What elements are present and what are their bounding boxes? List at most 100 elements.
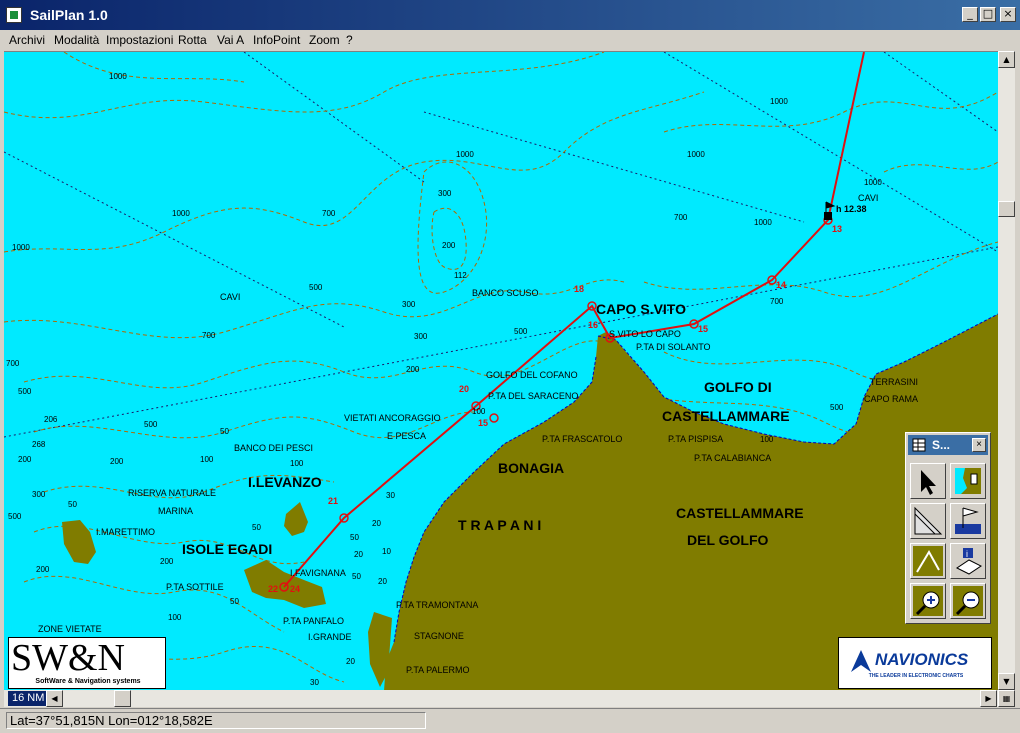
info-book-icon: i — [956, 548, 982, 575]
place-label: P.TA DEL SARACENO — [488, 391, 578, 401]
eta-label: h 12.38 — [836, 204, 867, 214]
depth-label: 50 — [350, 533, 359, 542]
place-label: P.TA CALABIANCA — [694, 453, 771, 463]
depth-label: 200 — [442, 241, 456, 250]
horizontal-scrollbar[interactable]: 16 NM ◀ ▶ ▦ — [4, 690, 1015, 707]
waypoint-15b-marker[interactable] — [489, 413, 499, 423]
depth-label: 1000 — [864, 178, 882, 187]
zoom-out-tool[interactable] — [950, 583, 986, 619]
waypoint-label: 15 — [698, 324, 708, 334]
menu-vai-a[interactable]: Vai A — [217, 33, 244, 47]
depth-label: 200 — [36, 565, 50, 574]
region-label: CASTELLAMMARE — [676, 505, 804, 521]
app-icon[interactable] — [6, 7, 22, 23]
flag-tool[interactable] — [950, 503, 986, 539]
depth-label: 206 — [44, 415, 58, 424]
depth-label: 1000 — [770, 97, 788, 106]
waypoint-label: 21 — [328, 496, 338, 506]
palette-grid-icon — [912, 438, 926, 452]
measure-tool[interactable] — [910, 503, 946, 539]
measure-icon — [914, 506, 943, 535]
waypoint-label: 16 — [588, 320, 598, 330]
chart-map[interactable]: 13 14 15 16 18 20 15 21 24 22 h 12.38 CA… — [4, 51, 998, 691]
menu-rotta[interactable]: Rotta — [178, 33, 207, 47]
depth-label: 30 — [310, 678, 319, 687]
tool-palette: S... × i — [905, 432, 991, 624]
navionics-logo-text: NAVIONICS — [875, 650, 969, 669]
menu-modalita[interactable]: Modalità — [54, 33, 99, 47]
place-label: CAPO RAMA — [864, 394, 918, 404]
depth-label: 20 — [354, 550, 363, 559]
depth-label: 100 — [168, 613, 182, 622]
map-canvas[interactable]: 13 14 15 16 18 20 15 21 24 22 h 12.38 CA… — [4, 52, 998, 691]
region-label: BONAGIA — [498, 460, 564, 476]
scroll-down-button[interactable]: ▼ — [998, 673, 1015, 690]
depth-label: 1000 — [172, 209, 190, 218]
place-label: P.TA TRAMONTANA — [396, 600, 478, 610]
depth-label: 1000 — [456, 150, 474, 159]
place-label: E PESCA — [387, 431, 426, 441]
horizontal-scroll-thumb[interactable] — [114, 690, 131, 707]
route-icon — [913, 546, 943, 576]
menu-help[interactable]: ? — [346, 33, 353, 47]
depth-label: 50 — [68, 500, 77, 509]
vertical-scrollbar[interactable]: ▲ ▼ — [998, 51, 1015, 690]
depth-label: 20 — [372, 519, 381, 528]
depth-label: 1000 — [12, 243, 30, 252]
pointer-tool[interactable] — [910, 463, 946, 499]
waypoint-label: 22 — [268, 584, 278, 594]
swn-logo-text: SW&N — [11, 637, 125, 679]
depth-label: 500 — [18, 387, 32, 396]
region-label: T R A P A N I — [458, 517, 541, 533]
depth-label: 500 — [144, 420, 158, 429]
place-label: CAVI — [220, 292, 240, 302]
scroll-left-button[interactable]: ◀ — [46, 690, 63, 707]
scroll-up-button[interactable]: ▲ — [998, 51, 1015, 68]
place-label: ZONE VIETATE — [38, 624, 102, 634]
depth-label: 50 — [230, 597, 239, 606]
place-label: S.VITO LO CAPO — [609, 329, 681, 339]
menu-zoom[interactable]: Zoom — [309, 33, 340, 47]
scroll-right-button[interactable]: ▶ — [980, 690, 997, 707]
waypoint-label: 20 — [459, 384, 469, 394]
maximize-button[interactable]: □ — [980, 7, 996, 22]
menu-infopoint[interactable]: InfoPoint — [253, 33, 300, 47]
pan-tool[interactable] — [950, 463, 986, 499]
place-label: RISERVA NATURALE — [128, 488, 216, 498]
place-label: P.TA DI SOLANTO — [636, 342, 711, 352]
zoom-in-tool[interactable] — [910, 583, 946, 619]
place-label: MARINA — [158, 506, 193, 516]
depth-label: 20 — [346, 657, 355, 666]
depth-label: 200 — [406, 365, 420, 374]
info-tool[interactable]: i — [950, 543, 986, 579]
depth-label: 700 — [770, 297, 784, 306]
region-label: GOLFO DI — [704, 379, 772, 395]
depth-label: 1000 — [754, 218, 772, 227]
palette-titlebar[interactable]: S... × — [908, 435, 988, 455]
swn-logo: SW&N SoftWare & Navigation systems — [8, 637, 166, 689]
palette-close-button[interactable]: × — [972, 438, 986, 452]
close-button[interactable]: × — [1000, 7, 1016, 22]
route-tool[interactable] — [910, 543, 946, 579]
depth-label: 700 — [674, 213, 688, 222]
vertical-scroll-thumb[interactable] — [998, 201, 1015, 217]
menu-impostazioni[interactable]: Impostazioni — [106, 33, 173, 47]
place-label: VIETATI ANCORAGGIO — [344, 413, 441, 423]
minimize-button[interactable]: _ — [962, 7, 978, 22]
waypoint-label: 15 — [478, 418, 488, 428]
navionics-mark-icon — [851, 650, 871, 672]
zoom-out-icon — [953, 586, 983, 616]
depth-label: 300 — [438, 189, 452, 198]
zoom-in-icon — [913, 586, 943, 616]
chart-pan-icon — [955, 468, 981, 494]
menu-archivi[interactable]: Archivi — [9, 33, 45, 47]
place-label: I.MARETTIMO — [96, 527, 155, 537]
place-label: P.TA PANFALO — [283, 616, 344, 626]
depth-label: 50 — [220, 427, 229, 436]
depth-label: 100 — [472, 407, 486, 416]
scale-indicator: 16 NM — [8, 691, 49, 706]
depth-label: 268 — [32, 440, 46, 449]
depth-label: 500 — [830, 403, 844, 412]
corner-grid-icon[interactable]: ▦ — [998, 690, 1015, 707]
depth-label: 100 — [200, 455, 214, 464]
